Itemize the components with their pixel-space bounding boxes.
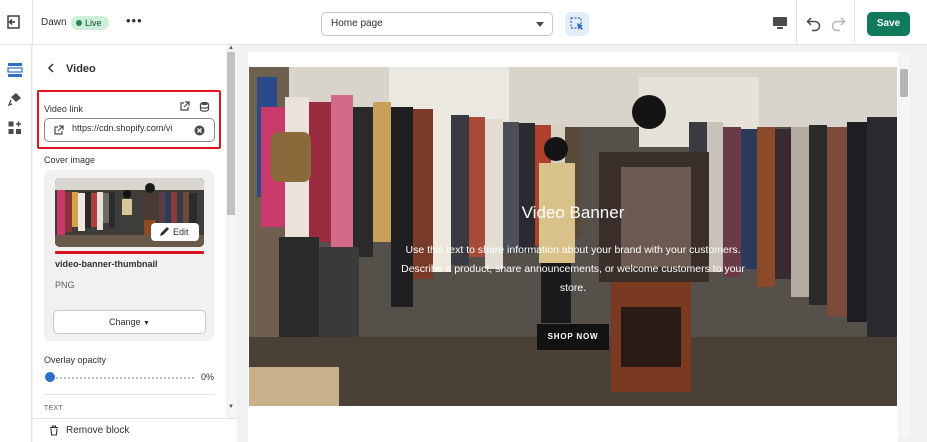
divider [854, 0, 855, 45]
inspect-button[interactable] [565, 12, 589, 36]
chevron-down-icon [536, 22, 544, 27]
edit-label: Edit [173, 227, 189, 237]
page-selector[interactable]: Home page [321, 12, 553, 36]
back-icon[interactable] [46, 63, 56, 73]
video-link-field[interactable] [44, 118, 215, 142]
shop-now-button[interactable]: SHOP NOW [537, 324, 609, 350]
banner-body-text: Use this text to share information about… [401, 244, 745, 294]
link-icon [54, 125, 64, 135]
external-link-icon[interactable] [179, 101, 190, 112]
redo-icon[interactable] [829, 14, 847, 32]
banner-heading: Video Banner [521, 203, 625, 222]
sections-icon[interactable] [7, 62, 23, 78]
desktop-icon[interactable] [771, 14, 789, 32]
overlay-opacity-label: Overlay opacity [44, 355, 107, 365]
change-label: Change [109, 317, 141, 327]
app-blocks-icon[interactable] [7, 120, 23, 136]
panel-title: Video [66, 63, 96, 75]
live-status-badge: Live [71, 16, 109, 30]
scroll-down-icon[interactable]: ▼ [228, 404, 234, 410]
video-link-input[interactable] [72, 123, 189, 133]
edit-image-button[interactable]: Edit [151, 223, 199, 241]
remove-block-label: Remove block [66, 425, 130, 436]
overlay-opacity-value: 0% [201, 372, 215, 382]
video-link-label: Video link [44, 104, 83, 114]
divider [32, 0, 33, 45]
file-type: PNG [55, 280, 75, 290]
more-actions-button[interactable]: ••• [126, 13, 143, 28]
theme-settings-icon[interactable] [7, 91, 23, 107]
cover-image-label: Cover image [44, 155, 96, 165]
divider [44, 394, 214, 395]
save-button[interactable]: Save [867, 12, 910, 36]
remove-block-button[interactable]: Remove block [49, 425, 129, 436]
thumbnail-highlight [55, 251, 204, 254]
left-rail [0, 45, 32, 442]
divider [796, 0, 797, 45]
overlay-opacity-handle[interactable] [45, 372, 55, 382]
clear-icon[interactable] [194, 125, 205, 136]
undo-icon[interactable] [805, 14, 823, 32]
preview-scrollbar[interactable] [898, 52, 910, 438]
pencil-icon [160, 227, 169, 236]
panel-footer: Remove block [33, 418, 237, 442]
trash-icon [50, 425, 58, 436]
file-name: video-banner-thumbnail [55, 259, 158, 269]
chevron-down-icon: ▼ [143, 320, 150, 327]
database-icon[interactable] [199, 101, 210, 112]
inspect-icon [570, 17, 583, 30]
page-selector-value: Home page [331, 18, 383, 29]
overlay-opacity-slider[interactable] [49, 377, 194, 379]
text-section-heading: TEXT [44, 405, 64, 412]
change-image-button[interactable]: Change ▼ [53, 310, 206, 334]
top-bar: Dawn Live ••• Home page Save [0, 0, 927, 45]
banner-content: Video Banner Use this text to share info… [249, 67, 897, 406]
panel-scrollbar-thumb[interactable] [227, 52, 235, 215]
scroll-up-icon[interactable]: ▲ [228, 45, 234, 51]
theme-name: Dawn [41, 17, 67, 28]
exit-icon[interactable] [6, 14, 22, 30]
preview-scrollbar-thumb[interactable] [900, 69, 908, 97]
